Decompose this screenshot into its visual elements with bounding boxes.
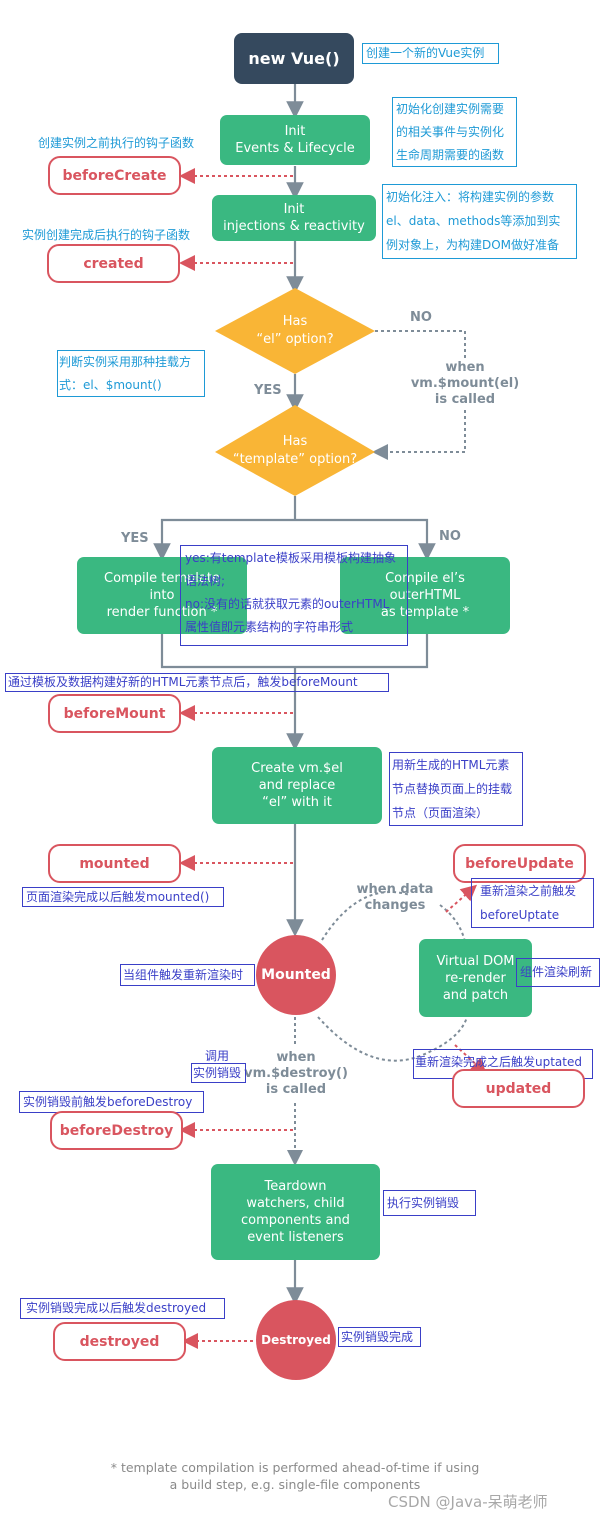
destroyed-note: 实例销毁完成以后触发destroyed	[20, 1298, 225, 1319]
before-create-note: 创建实例之前执行的钩子函数	[38, 136, 195, 150]
note-line: 初始化注入：将构建实例的参数	[386, 190, 555, 204]
when-destroy-label: when vm.$destroy() is called	[240, 1050, 352, 1098]
when-mount-label: when vm.$mount(el) is called	[405, 360, 525, 408]
note-line: 重新渲染之前触发	[480, 884, 577, 898]
before-destroy-note: 实例销毁前触发beforeDestroy	[19, 1091, 204, 1113]
has-el-label: Has “el” option?	[225, 308, 365, 354]
init-injections-line-2: injections & reactivity	[223, 219, 365, 234]
destroy-call-note: 实例销毁	[191, 1063, 246, 1083]
yes-template-label: YES	[121, 531, 149, 546]
teardown-line: Teardown	[264, 1179, 327, 1194]
connector-mount-called-path	[372, 410, 466, 460]
teardown-node: Teardown watchers, child components and …	[211, 1164, 380, 1260]
note-line: 属性值即元素结构的字符串形式	[185, 620, 354, 634]
before-mount-note: 通过模板及数据构建好新的HTML元素节点后，触发beforeMount	[5, 673, 389, 692]
has-el-line-2: “el” option?	[256, 332, 334, 347]
teardown-line: event listeners	[247, 1230, 344, 1245]
template-note: yes:有template模板采用模板构建抽象 语法树; no:没有的话就获取元…	[180, 545, 408, 646]
hook-arrow-before-update	[445, 884, 478, 913]
call-label: 调用	[205, 1049, 230, 1063]
destroyed-hook: destroyed	[53, 1322, 186, 1361]
init-events-line-2: Events & Lifecycle	[235, 141, 355, 156]
created-hook: created	[47, 244, 180, 283]
when-data-line: when data	[356, 882, 434, 897]
when-mount-line: when	[445, 360, 485, 375]
mount-method-note: 判断实例采用那种挂载方 式：el、$mount()	[57, 350, 205, 397]
when-mount-line: vm.$mount(el)	[410, 376, 520, 391]
update-loop-arc-right	[439, 904, 466, 943]
when-destroy-line: is called	[265, 1082, 327, 1097]
no-template-label: NO	[439, 529, 461, 544]
note-line: 的相关事件与实例化	[396, 125, 505, 139]
init-injections-line-1: Init	[283, 202, 305, 217]
virtual-dom-line: and patch	[442, 987, 509, 1003]
destroyed-state-circle: Destroyed	[256, 1300, 336, 1380]
create-vm-el-note: 用新生成的HTML元素 节点替换页面上的挂载 节点（页面渲染）	[389, 752, 523, 826]
has-template-line-2: “template” option?	[232, 452, 358, 467]
virtual-dom-line: Virtual DOM	[436, 953, 515, 969]
before-destroy-hook: beforeDestroy	[50, 1111, 183, 1150]
destroyed-state-note: 实例销毁完成	[338, 1327, 421, 1347]
note-line: beforeUptate	[480, 908, 560, 922]
note-line: 例对象上，为构建DOM做好准备	[386, 238, 560, 252]
yes-el-label: YES	[254, 383, 282, 398]
init-injections-note: 初始化注入：将构建实例的参数 el、data、methods等添加到实 例对象上…	[382, 184, 577, 259]
virtual-dom-note: 组件渲染刷新	[516, 958, 600, 987]
virtual-dom-line: re-render	[445, 970, 506, 986]
note-line: no:没有的话就获取元素的outerHTML	[185, 597, 390, 611]
has-el-line-1: Has	[282, 314, 308, 329]
when-destroy-line: vm.$destroy()	[244, 1066, 348, 1081]
has-template-label: Has “template” option?	[215, 428, 375, 474]
note-line: 用新生成的HTML元素	[392, 758, 510, 772]
before-mount-hook: beforeMount	[48, 694, 181, 733]
teardown-line: watchers, child	[246, 1196, 345, 1211]
rerender-note: 当组件触发重新渲染时	[120, 964, 255, 986]
init-events-note: 初始化创建实例需要 的相关事件与实例化 生命周期需要的函数	[392, 97, 517, 167]
mounted-note: 页面渲染完成以后触发mounted()	[22, 887, 224, 907]
vue-lifecycle-diagram: new Vue() 创建一个新的Vue实例 Init Events & Life…	[0, 0, 600, 1520]
note-line: yes:有template模板采用模板构建抽象	[185, 551, 396, 565]
compile-template-line: into	[149, 588, 175, 603]
create-vm-el-line: and replace	[258, 778, 336, 793]
when-mount-line: is called	[434, 392, 496, 407]
mounted-state-circle: Mounted	[256, 935, 336, 1015]
teardown-line: components and	[241, 1213, 350, 1228]
create-vm-el-line: “el” with it	[262, 795, 332, 810]
connector-no-el-path	[375, 330, 466, 358]
mounted-hook: mounted	[48, 844, 181, 883]
footer-line: * template compilation is performed ahea…	[110, 1460, 480, 1475]
no-el-label: NO	[410, 310, 432, 325]
created-note: 实例创建完成后执行的钩子函数	[22, 228, 191, 242]
teardown-note: 执行实例销毁	[383, 1190, 476, 1216]
footer-note: * template compilation is performed ahea…	[60, 1459, 530, 1493]
when-data-changes-label: when data changes	[350, 882, 440, 914]
create-vm-el-node: Create vm.$el and replace “el” with it	[212, 747, 382, 824]
init-events-node: Init Events & Lifecycle	[220, 115, 370, 165]
note-line: 节点替换页面上的挂载	[392, 782, 513, 796]
updated-hook: updated	[452, 1069, 585, 1108]
when-data-line: changes	[364, 898, 426, 913]
note-line: 初始化创建实例需要	[396, 102, 505, 116]
note-line: 节点（页面渲染）	[392, 806, 489, 820]
when-destroy-line: when	[276, 1050, 316, 1065]
create-vm-el-line: Create vm.$el	[251, 761, 343, 776]
note-line: 生命周期需要的函数	[396, 148, 505, 162]
new-vue-node: new Vue()	[234, 33, 354, 84]
new-vue-note: 创建一个新的Vue实例	[362, 43, 499, 64]
watermark: CSDN @Java-呆萌老师	[388, 1493, 548, 1511]
has-template-line-1: Has	[282, 434, 308, 449]
init-injections-node: Init injections & reactivity	[212, 195, 376, 241]
note-line: 语法树;	[185, 574, 226, 588]
init-events-line-1: Init	[284, 124, 306, 139]
before-create-hook: beforeCreate	[48, 156, 181, 195]
note-line: 式：el、$mount()	[59, 378, 162, 392]
note-line: 判断实例采用那种挂载方	[59, 355, 192, 369]
before-update-note: 重新渲染之前触发 beforeUptate	[471, 878, 594, 928]
note-line: el、data、methods等添加到实	[386, 214, 561, 228]
